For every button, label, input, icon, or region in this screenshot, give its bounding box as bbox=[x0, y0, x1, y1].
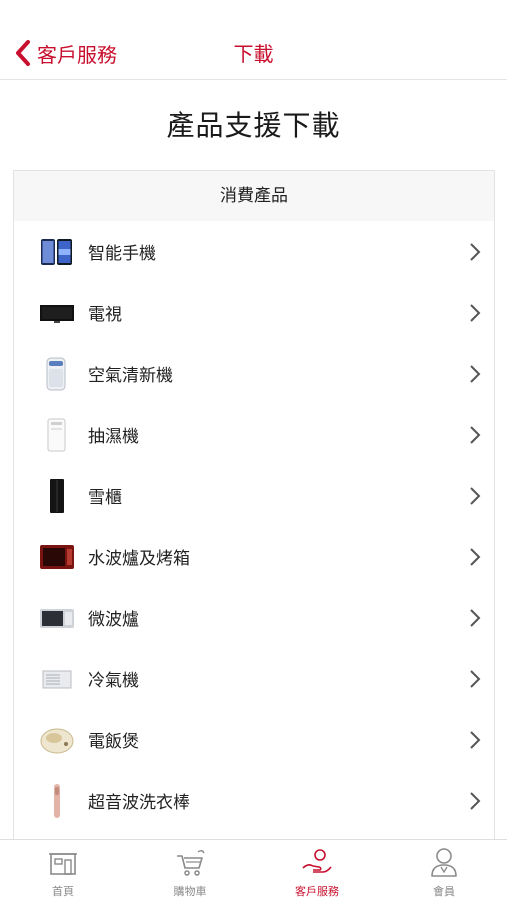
product-category-card: 消費產品 智能手機 電視 空氣清新機 抽濕機 雪櫃 水波爐及烤箱 微波爐 冷氣機… bbox=[13, 170, 495, 851]
list-item-oven[interactable]: 水波爐及烤箱 bbox=[14, 526, 494, 587]
chevron-right-icon bbox=[470, 304, 481, 322]
chevron-right-icon bbox=[470, 609, 481, 627]
member-icon bbox=[431, 848, 457, 877]
tab-home[interactable]: 首頁 bbox=[0, 840, 126, 901]
chevron-right-icon bbox=[470, 731, 481, 749]
item-label: 智能手機 bbox=[88, 244, 156, 264]
chevron-right-icon bbox=[470, 548, 481, 566]
cart-icon bbox=[177, 850, 205, 876]
item-label: 抽濕機 bbox=[88, 427, 139, 447]
tab-label: 購物車 bbox=[173, 885, 207, 898]
item-label: 電視 bbox=[88, 305, 122, 325]
list-item-microwave[interactable]: 微波爐 bbox=[14, 587, 494, 648]
tab-label: 客戶服務 bbox=[295, 885, 339, 898]
fridge-icon bbox=[40, 479, 74, 513]
item-label: 微波爐 bbox=[88, 610, 139, 630]
chevron-right-icon bbox=[470, 487, 481, 505]
list-item-ultrasonic-washer[interactable]: 超音波洗衣棒 bbox=[14, 770, 494, 831]
item-label: 水波爐及烤箱 bbox=[88, 549, 190, 569]
list-item-tv[interactable]: 電視 bbox=[14, 282, 494, 343]
chevron-right-icon bbox=[470, 243, 481, 261]
dehumidifier-icon bbox=[40, 418, 74, 452]
back-label: 客戶服務 bbox=[37, 42, 117, 67]
ultrasonic-washer-icon bbox=[40, 784, 74, 818]
air-purifier-icon bbox=[40, 357, 74, 391]
item-label: 冷氣機 bbox=[88, 671, 139, 691]
list-item-air-purifier[interactable]: 空氣清新機 bbox=[14, 343, 494, 404]
oven-icon bbox=[40, 540, 74, 574]
smartphone-icon bbox=[40, 235, 74, 269]
home-store-icon bbox=[49, 853, 77, 875]
list-item-rice-cooker[interactable]: 電飯煲 bbox=[14, 709, 494, 770]
item-label: 電飯煲 bbox=[88, 732, 139, 752]
list-item-dehumidifier[interactable]: 抽濕機 bbox=[14, 404, 494, 465]
list-item-smartphone[interactable]: 智能手機 bbox=[14, 221, 494, 282]
tab-member[interactable]: 會員 bbox=[381, 840, 507, 901]
section-header: 消費產品 bbox=[14, 171, 494, 221]
back-button[interactable]: 客戶服務 bbox=[12, 36, 117, 70]
tv-icon bbox=[40, 296, 74, 330]
microwave-icon bbox=[40, 601, 74, 635]
customer-service-hand-icon bbox=[302, 849, 332, 873]
item-label: 雪櫃 bbox=[88, 488, 122, 508]
page-title: 產品支援下載 bbox=[166, 109, 341, 142]
bottom-tab-bar: 首頁 購物車 客戶服務 會員 bbox=[0, 839, 507, 901]
chevron-left-icon bbox=[16, 40, 30, 66]
list-item-fridge[interactable]: 雪櫃 bbox=[14, 465, 494, 526]
chevron-right-icon bbox=[470, 365, 481, 383]
top-navigation-bar: 客戶服務 下載 bbox=[0, 0, 507, 80]
chevron-right-icon bbox=[470, 792, 481, 810]
tab-label: 會員 bbox=[433, 885, 455, 898]
air-conditioner-icon bbox=[40, 662, 74, 696]
tab-cart[interactable]: 購物車 bbox=[127, 840, 253, 901]
rice-cooker-icon bbox=[40, 723, 74, 757]
list-item-air-conditioner[interactable]: 冷氣機 bbox=[14, 648, 494, 709]
chevron-right-icon bbox=[470, 426, 481, 444]
tab-customer-service[interactable]: 客戶服務 bbox=[254, 840, 380, 901]
item-label: 空氣清新機 bbox=[88, 366, 173, 386]
item-label: 超音波洗衣棒 bbox=[88, 793, 190, 813]
chevron-right-icon bbox=[470, 670, 481, 688]
tab-label: 首頁 bbox=[52, 885, 74, 898]
